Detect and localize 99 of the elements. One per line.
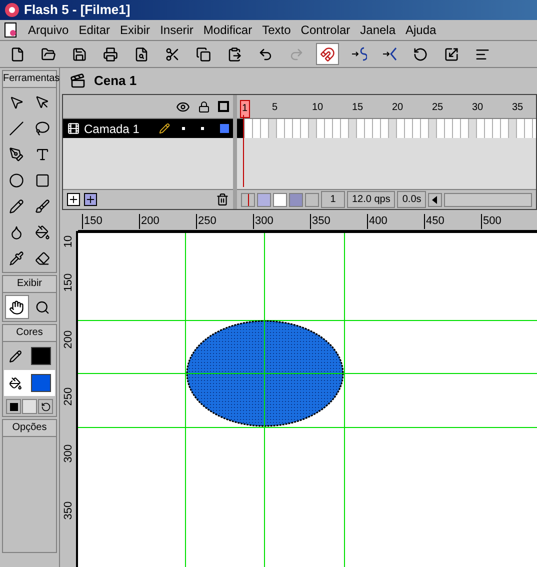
magnet-icon [320, 46, 335, 62]
menu-item[interactable]: Inserir [160, 21, 194, 39]
document-icon [4, 22, 18, 38]
ruler-label: 300 [253, 214, 274, 229]
frame-number: 10 [312, 101, 324, 115]
scroll-left-icon[interactable] [428, 192, 442, 206]
color-swatch[interactable] [30, 374, 50, 392]
ruler-label: 200 [62, 329, 76, 350]
scene-icon [70, 73, 86, 89]
ruler-label: 250 [62, 386, 76, 408]
pencil-icon [159, 123, 170, 134]
menu-item[interactable]: Arquivo [28, 21, 69, 39]
ruler-label: 450 [424, 214, 444, 229]
add-guide-layer-icon[interactable] [84, 193, 97, 206]
tool-button[interactable] [4, 295, 29, 319]
frame-number: 20 [392, 101, 404, 115]
ruler-label: 10 [62, 234, 76, 250]
pencil-icon [8, 350, 22, 362]
ruler-label: 150 [62, 272, 76, 294]
scale-icon [444, 46, 459, 62]
frame-number: 30 [472, 101, 484, 115]
onion-markers-icon[interactable] [305, 192, 319, 206]
dropper-icon [9, 250, 24, 266]
print-preview-icon [134, 46, 149, 62]
menu-item[interactable]: Exibir [120, 21, 150, 39]
ruler-label: 350 [62, 500, 76, 522]
straighten-icon [382, 46, 398, 62]
menu-item[interactable]: Texto [262, 21, 291, 39]
pen-tool-icon [9, 146, 24, 162]
redo-icon [289, 46, 304, 62]
layer-row[interactable]: Camada 1 [63, 119, 233, 138]
ruler-label: 400 [367, 214, 388, 229]
window-title: Flash 5 - [Filme1] [24, 1, 130, 20]
app-logo-icon [4, 2, 20, 18]
panel-title: Exibir [3, 276, 56, 293]
layer-name: Camada 1 [84, 120, 140, 138]
paint-bucket-icon [34, 224, 50, 240]
lock-icon[interactable] [198, 100, 210, 112]
copy-icon [196, 46, 211, 62]
new-file-icon [10, 46, 25, 62]
smooth-icon [350, 46, 366, 62]
swap-colors-icon[interactable] [38, 399, 53, 414]
elapsed-time: 0.0s [397, 191, 426, 208]
undo-icon [258, 46, 273, 62]
paint-bucket-icon [8, 376, 22, 390]
brush-tool-icon [34, 198, 50, 214]
frame-rate: 12.0 qps [347, 191, 396, 208]
paste-icon [227, 46, 242, 62]
panel-title: Opções [3, 420, 56, 437]
scrollbar[interactable] [444, 192, 532, 206]
rectangle-tool-icon [34, 172, 50, 188]
ink-bottle-icon [9, 224, 24, 240]
line-tool-icon [9, 120, 24, 136]
subselect-tool-icon [34, 94, 50, 110]
frame-number: 25 [432, 101, 444, 115]
fill-color-row[interactable] [4, 370, 55, 396]
menu-item[interactable]: Editar [78, 21, 110, 39]
scene-name: Cena 1 [94, 72, 137, 90]
add-layer-icon[interactable] [67, 193, 80, 206]
zoom-tool-icon [34, 300, 50, 314]
onion-outline-icon[interactable] [273, 192, 287, 206]
color-swatch[interactable] [30, 347, 50, 365]
pencil-tool-icon [9, 198, 24, 214]
ruler-label: 150 [82, 214, 102, 229]
hand-tool-icon [9, 300, 24, 314]
save-icon [72, 46, 87, 62]
rotate-icon [413, 46, 428, 62]
menu-item[interactable]: Ajuda [406, 21, 436, 39]
frame-number: 35 [512, 101, 524, 115]
no-color-icon[interactable] [22, 399, 37, 414]
menu-item[interactable]: Controlar [300, 21, 350, 39]
trash-icon[interactable] [216, 193, 229, 206]
default-colors-icon[interactable] [6, 399, 21, 414]
ruler-label: 500 [481, 214, 502, 229]
current-frame: 1 [321, 191, 345, 208]
text-tool-icon [34, 146, 50, 162]
lasso-tool-icon [34, 120, 50, 136]
oval-tool-icon [9, 172, 24, 188]
ruler-label: 300 [62, 443, 76, 464]
menu-item[interactable]: Modificar [203, 21, 252, 39]
menu-item[interactable]: Janela [360, 21, 396, 39]
printer-icon [103, 46, 118, 62]
folder-icon [41, 46, 56, 62]
frame-number: 5 [272, 101, 278, 115]
ruler-label: 200 [139, 214, 160, 229]
arrow-tool-icon [9, 94, 24, 110]
align-icon [475, 46, 490, 62]
ruler-label: 350 [310, 214, 330, 229]
cut-icon [165, 46, 180, 62]
frame-number: 1 [240, 100, 250, 118]
panel-title: Cores [3, 325, 56, 342]
center-frame-icon[interactable] [241, 192, 255, 206]
toolbar-button[interactable] [316, 43, 339, 65]
outline-icon[interactable] [218, 101, 229, 112]
frame-number: 15 [352, 101, 364, 115]
eraser-icon [34, 250, 50, 266]
layer-icon [67, 122, 80, 135]
ruler-label: 250 [196, 214, 216, 229]
eye-icon[interactable] [176, 100, 190, 114]
